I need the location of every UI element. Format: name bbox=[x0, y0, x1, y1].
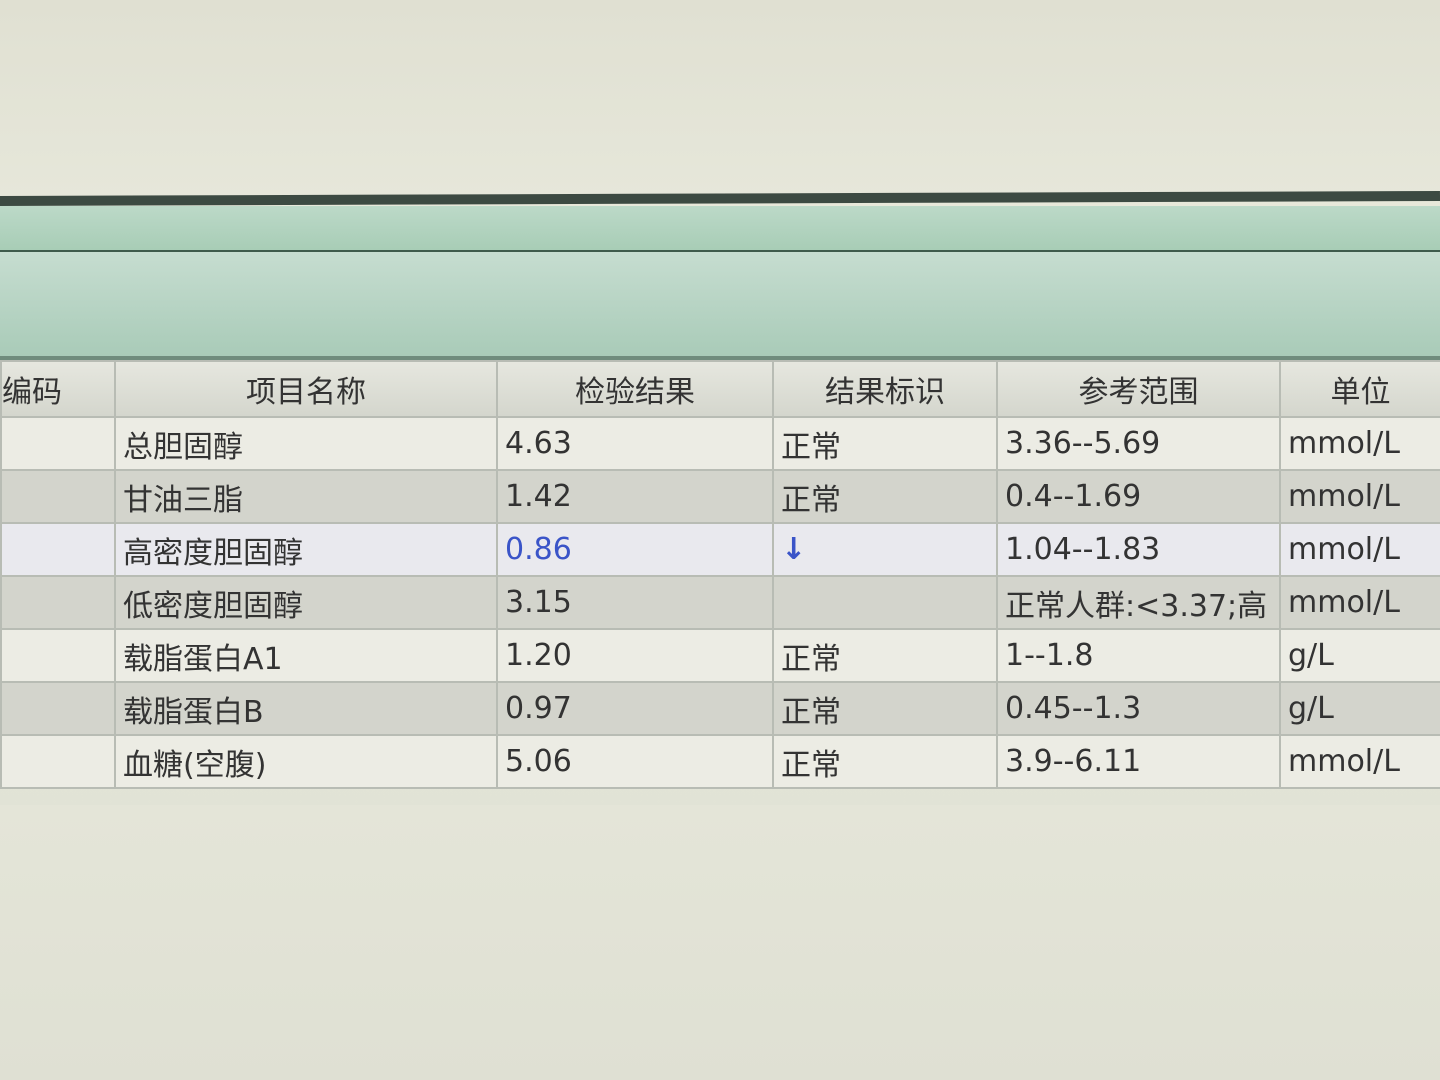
cell-range: 1.04--1.83 bbox=[996, 522, 1281, 577]
cell-flag: 正常 bbox=[772, 628, 998, 683]
cell-name: 载脂蛋白A1 bbox=[114, 628, 498, 683]
table-row[interactable]: 血糖(空腹) 5.06 正常 3.9--6.11 mmol/L bbox=[0, 734, 1440, 789]
cell-code bbox=[0, 575, 116, 630]
cell-range: 3.36--5.69 bbox=[996, 416, 1281, 471]
cell-unit: g/L bbox=[1279, 628, 1440, 683]
column-header-result[interactable]: 检验结果 bbox=[496, 360, 774, 418]
cell-unit: mmol/L bbox=[1279, 522, 1440, 577]
cell-unit: mmol/L bbox=[1279, 416, 1440, 471]
column-header-unit[interactable]: 单位 bbox=[1279, 360, 1440, 418]
cell-code bbox=[0, 734, 116, 789]
cell-code bbox=[0, 522, 116, 577]
down-arrow-icon: ↓ bbox=[781, 532, 807, 567]
cell-result: 1.42 bbox=[496, 469, 774, 524]
table-row-selected[interactable]: 高密度胆固醇 0.86 ↓ 1.04--1.83 mmol/L bbox=[0, 522, 1440, 577]
green-header-panel bbox=[0, 252, 1440, 360]
cell-flag: 正常 bbox=[772, 681, 998, 736]
cell-range: 0.4--1.69 bbox=[996, 469, 1281, 524]
cell-name: 低密度胆固醇 bbox=[114, 575, 498, 630]
cell-name: 高密度胆固醇 bbox=[114, 522, 498, 577]
column-header-range[interactable]: 参考范围 bbox=[996, 360, 1281, 418]
cell-flag: ↓ bbox=[772, 522, 998, 577]
cell-range: 正常人群:<3.37;高 bbox=[996, 575, 1281, 630]
column-header-code[interactable]: 编码 bbox=[0, 360, 116, 418]
cell-code bbox=[0, 416, 116, 471]
cell-unit: mmol/L bbox=[1279, 575, 1440, 630]
cell-result: 5.06 bbox=[496, 734, 774, 789]
table-header-row: 编码 项目名称 检验结果 结果标识 参考范围 单位 bbox=[0, 360, 1440, 418]
table-row[interactable]: 总胆固醇 4.63 正常 3.36--5.69 mmol/L bbox=[0, 416, 1440, 471]
cell-result: 3.15 bbox=[496, 575, 774, 630]
cell-result: 0.97 bbox=[496, 681, 774, 736]
column-header-flag[interactable]: 结果标识 bbox=[772, 360, 998, 418]
cell-name: 总胆固醇 bbox=[114, 416, 498, 471]
cell-code bbox=[0, 628, 116, 683]
table-row[interactable]: 低密度胆固醇 3.15 正常人群:<3.37;高 mmol/L bbox=[0, 575, 1440, 630]
table-row[interactable]: 载脂蛋白B 0.97 正常 0.45--1.3 g/L bbox=[0, 681, 1440, 736]
cell-range: 0.45--1.3 bbox=[996, 681, 1281, 736]
window-top-area bbox=[0, 0, 1440, 200]
cell-unit: mmol/L bbox=[1279, 469, 1440, 524]
cell-code bbox=[0, 469, 116, 524]
cell-name: 血糖(空腹) bbox=[114, 734, 498, 789]
cell-flag: 正常 bbox=[772, 469, 998, 524]
cell-result-abnormal: 0.86 bbox=[496, 522, 774, 577]
column-header-name[interactable]: 项目名称 bbox=[114, 360, 498, 418]
cell-flag: 正常 bbox=[772, 416, 998, 471]
cell-code bbox=[0, 681, 116, 736]
lab-results-table: 编码 项目名称 检验结果 结果标识 参考范围 单位 总胆固醇 4.63 正常 3… bbox=[0, 360, 1440, 789]
cell-result: 1.20 bbox=[496, 628, 774, 683]
table-row[interactable]: 载脂蛋白A1 1.20 正常 1--1.8 g/L bbox=[0, 628, 1440, 683]
table-row[interactable]: 甘油三脂 1.42 正常 0.4--1.69 mmol/L bbox=[0, 469, 1440, 524]
cell-flag bbox=[772, 575, 998, 630]
cell-unit: g/L bbox=[1279, 681, 1440, 736]
green-toolbar-strip bbox=[0, 206, 1440, 253]
empty-grid-area bbox=[0, 805, 1440, 1080]
cell-name: 甘油三脂 bbox=[114, 469, 498, 524]
cell-flag: 正常 bbox=[772, 734, 998, 789]
cell-name: 载脂蛋白B bbox=[114, 681, 498, 736]
cell-range: 1--1.8 bbox=[996, 628, 1281, 683]
cell-unit: mmol/L bbox=[1279, 734, 1440, 789]
cell-range: 3.9--6.11 bbox=[996, 734, 1281, 789]
cell-result: 4.63 bbox=[496, 416, 774, 471]
